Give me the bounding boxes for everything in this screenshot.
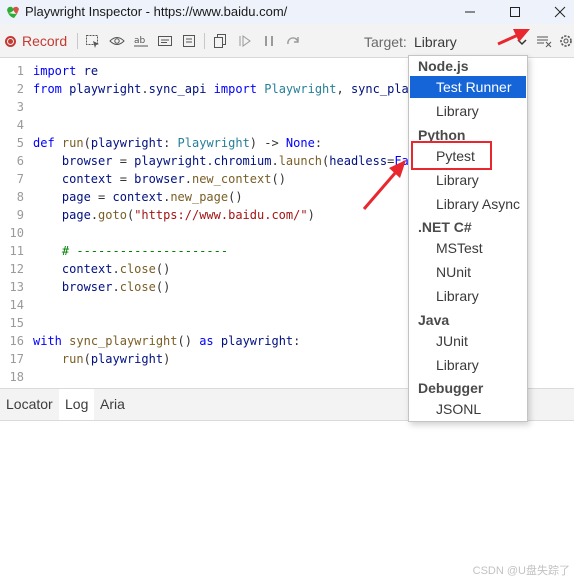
gear-icon bbox=[560, 35, 572, 47]
target-dropdown-menu: Node.js Test Runner Library Python Pytes… bbox=[408, 55, 528, 422]
line-number: 4 bbox=[16, 118, 24, 132]
line-number: 17 bbox=[9, 352, 24, 366]
assert-text-button[interactable]: ab bbox=[132, 32, 150, 50]
tab-aria[interactable]: Aria bbox=[94, 389, 131, 420]
line-number: 1 bbox=[16, 64, 24, 78]
group-label-dotnet: .NET C# bbox=[418, 219, 472, 235]
target-select[interactable]: Library bbox=[414, 34, 457, 50]
step-over-button[interactable] bbox=[284, 32, 302, 50]
assert-value-button[interactable] bbox=[156, 32, 174, 50]
option-jsonl[interactable]: JSONL bbox=[410, 398, 526, 420]
title-bar: Playwright Inspector - https://www.baidu… bbox=[0, 0, 574, 24]
option-java-library[interactable]: Library bbox=[410, 354, 526, 376]
resume-icon bbox=[239, 35, 251, 47]
copy-icon bbox=[214, 34, 226, 48]
window-title: Playwright Inspector - https://www.baidu… bbox=[25, 4, 288, 19]
group-label-debugger: Debugger bbox=[418, 380, 484, 396]
line-number: 11 bbox=[9, 244, 24, 258]
option-dotnet-library[interactable]: Library bbox=[410, 285, 526, 307]
code-text: context.close() bbox=[61, 262, 171, 276]
line-number: 13 bbox=[9, 280, 24, 294]
code-text: # --------------------- bbox=[61, 244, 229, 258]
option-python-library-async[interactable]: Library Async bbox=[410, 193, 526, 215]
tab-locator[interactable]: Locator bbox=[0, 389, 59, 420]
minimize-icon bbox=[465, 11, 475, 13]
code-text: page = context.new_page() bbox=[61, 190, 243, 204]
option-junit[interactable]: JUnit bbox=[410, 330, 526, 352]
line-number: 12 bbox=[9, 262, 24, 276]
chevron-down-icon[interactable] bbox=[516, 36, 528, 48]
record-button[interactable]: Record bbox=[5, 33, 67, 49]
tab-log[interactable]: Log bbox=[59, 389, 95, 420]
record-icon bbox=[5, 35, 16, 47]
group-label-nodejs: Node.js bbox=[418, 58, 469, 74]
option-python-library[interactable]: Library bbox=[410, 169, 526, 191]
line-number: 7 bbox=[16, 172, 24, 186]
record-label: Record bbox=[22, 33, 68, 49]
code-text: import re bbox=[33, 64, 99, 78]
option-nunit[interactable]: NUnit bbox=[410, 261, 526, 283]
line-number: 14 bbox=[9, 298, 24, 312]
maximize-button[interactable] bbox=[495, 0, 535, 24]
line-number: 15 bbox=[9, 316, 24, 330]
line-number: 5 bbox=[16, 136, 24, 150]
pick-locator-icon bbox=[86, 35, 99, 48]
step-icon bbox=[287, 37, 299, 45]
annotation-highlight-box bbox=[411, 141, 492, 170]
line-number: 3 bbox=[16, 100, 24, 114]
group-label-java: Java bbox=[418, 312, 450, 328]
toolbar: Record ab Target: Library bbox=[0, 24, 574, 58]
pause-button[interactable] bbox=[260, 32, 278, 50]
code-text: def run(playwright: Playwright) -> None: bbox=[33, 136, 323, 150]
playwright-logo-icon bbox=[7, 6, 19, 18]
assert-visibility-button[interactable] bbox=[108, 32, 126, 50]
copy-button[interactable] bbox=[211, 32, 229, 50]
code-text: browser = playwright.chromium.launch(hea… bbox=[61, 154, 438, 168]
pick-locator-button[interactable] bbox=[84, 32, 102, 50]
assert-snapshot-button[interactable] bbox=[180, 32, 198, 50]
settings-button[interactable] bbox=[557, 32, 574, 50]
code-text: browser.close() bbox=[61, 280, 171, 294]
close-button[interactable] bbox=[540, 0, 574, 24]
pause-icon bbox=[265, 36, 273, 46]
code-text: with sync_playwright() as playwright: bbox=[33, 334, 301, 348]
assert-value-icon bbox=[158, 36, 172, 46]
resume-button[interactable] bbox=[236, 32, 254, 50]
minimize-button[interactable] bbox=[450, 0, 490, 24]
assert-text-icon: ab bbox=[134, 36, 148, 47]
close-icon bbox=[554, 6, 566, 18]
toolbar-divider bbox=[77, 33, 78, 49]
clear-all-icon bbox=[537, 36, 552, 48]
svg-text:ab: ab bbox=[134, 36, 146, 46]
line-number: 9 bbox=[16, 208, 24, 222]
line-number: 6 bbox=[16, 154, 24, 168]
line-number: 10 bbox=[9, 226, 24, 240]
watermark: CSDN @U盘失踪了 bbox=[472, 565, 570, 577]
code-text: page.goto("https://www.baidu.com/") bbox=[61, 208, 315, 222]
code-text: context = browser.new_context() bbox=[61, 172, 286, 186]
line-number: 16 bbox=[9, 334, 24, 348]
line-number: 18 bbox=[9, 370, 24, 384]
eye-icon bbox=[109, 37, 125, 45]
target-label: Target: bbox=[364, 34, 407, 50]
line-number: 2 bbox=[16, 82, 24, 96]
snapshot-icon bbox=[183, 35, 195, 47]
option-mstest[interactable]: MSTest bbox=[410, 237, 526, 259]
maximize-icon bbox=[510, 7, 520, 17]
clear-button[interactable] bbox=[535, 32, 553, 50]
line-number: 8 bbox=[16, 190, 24, 204]
option-nodejs-library[interactable]: Library bbox=[410, 100, 526, 122]
toolbar-divider bbox=[204, 33, 205, 49]
option-test-runner[interactable]: Test Runner bbox=[410, 76, 526, 98]
code-text: run(playwright) bbox=[61, 352, 171, 366]
